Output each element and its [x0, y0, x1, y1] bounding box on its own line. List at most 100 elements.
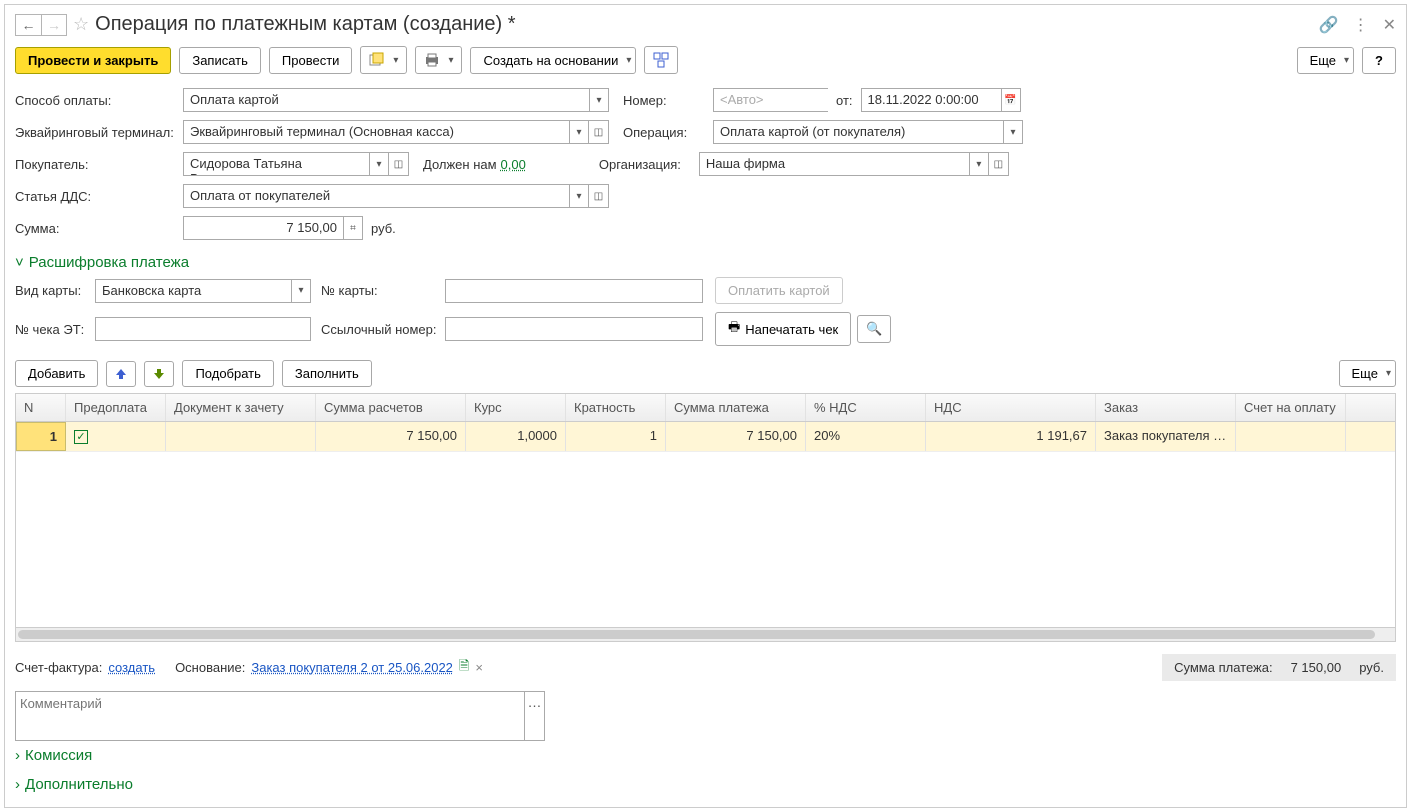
debt-value-link[interactable]: 0,00	[501, 157, 526, 172]
print-button[interactable]: ▾	[415, 46, 462, 74]
cell-invoice	[1236, 422, 1346, 451]
th-order[interactable]: Заказ	[1096, 394, 1236, 421]
check-number-input[interactable]	[95, 317, 311, 341]
chevron-down-icon: ˅	[15, 254, 24, 271]
open-icon[interactable]: ◫	[589, 120, 609, 144]
operation-label: Операция:	[623, 125, 713, 140]
basis-doc-icon[interactable]: 🗎	[459, 657, 469, 679]
basis-clear-icon[interactable]: ×	[475, 660, 483, 675]
buyer-input[interactable]: Сидорова Татьяна Викторовн	[183, 152, 369, 176]
cell-mult: 1	[566, 422, 666, 451]
card-type-input[interactable]: Банковска карта	[95, 279, 291, 303]
payment-method-input[interactable]: Оплата картой	[183, 88, 589, 112]
nav-back-button[interactable]: ←	[15, 14, 41, 36]
th-sumcalc[interactable]: Сумма расчетов	[316, 394, 466, 421]
th-vat[interactable]: НДС	[926, 394, 1096, 421]
total-value: 7 150,00	[1291, 660, 1342, 675]
table-more-label: Еще	[1352, 366, 1378, 381]
check-number-label: № чека ЭТ:	[15, 322, 95, 337]
th-doc[interactable]: Документ к зачету	[166, 394, 316, 421]
open-icon[interactable]: ◫	[389, 152, 409, 176]
move-down-button[interactable]	[144, 361, 174, 387]
close-icon[interactable]: ✕	[1383, 15, 1396, 35]
ref-number-input[interactable]	[445, 317, 703, 341]
section-decrypt-toggle[interactable]: ˅ Расшифровка платежа	[15, 248, 1396, 277]
move-up-button[interactable]	[106, 361, 136, 387]
dropdown-icon[interactable]: ▾	[569, 184, 589, 208]
number-label: Номер:	[623, 93, 713, 108]
th-prepay[interactable]: Предоплата	[66, 394, 166, 421]
sf-create-link[interactable]: создать	[108, 660, 155, 675]
horizontal-scrollbar[interactable]	[16, 627, 1395, 641]
dropdown-icon[interactable]: ▾	[589, 88, 609, 112]
operation-input[interactable]: Оплата картой (от покупателя)	[713, 120, 1003, 144]
nav-forward-button[interactable]: →	[41, 14, 67, 36]
total-label: Сумма платежа:	[1174, 660, 1272, 675]
date-input[interactable]: 18.11.2022 0:00:00	[861, 88, 1001, 112]
link-icon[interactable]: 🔗	[1319, 15, 1339, 35]
card-number-input[interactable]	[445, 279, 703, 303]
th-vatpct[interactable]: % НДС	[806, 394, 926, 421]
sum-input[interactable]: 7 150,00	[183, 216, 343, 240]
create-based-button[interactable]: Создать на основании▾	[470, 47, 636, 74]
chevron-right-icon: ›	[15, 747, 20, 764]
dds-input[interactable]: Оплата от покупателей	[183, 184, 569, 208]
table-more-button[interactable]: Еще▾	[1339, 360, 1396, 387]
checkbox-checked-icon[interactable]: ✓	[74, 430, 88, 444]
comment-textarea[interactable]	[16, 692, 524, 740]
basis-link[interactable]: Заказ покупателя 2 от 25.06.2022	[251, 660, 453, 675]
th-sumpay[interactable]: Сумма платежа	[666, 394, 806, 421]
table-row[interactable]: 1 ✓ 7 150,00 1,0000 1 7 150,00 20% 1 191…	[16, 422, 1395, 452]
payments-table: N Предоплата Документ к зачету Сумма рас…	[15, 393, 1396, 642]
th-invoice[interactable]: Счет на оплату	[1236, 394, 1346, 421]
buyer-label: Покупатель:	[15, 157, 183, 172]
more-menu-icon[interactable]: ⋮	[1353, 15, 1369, 35]
print-check-button[interactable]: 🖶 Напечатать чек	[715, 312, 851, 346]
write-button[interactable]: Записать	[179, 47, 261, 74]
help-button[interactable]: ?	[1362, 47, 1396, 74]
dropdown-icon[interactable]: ▾	[291, 279, 311, 303]
post-and-close-button[interactable]: Провести и закрыть	[15, 47, 171, 74]
total-currency: руб.	[1359, 660, 1384, 675]
pick-button[interactable]: Подобрать	[182, 360, 273, 387]
favorite-star-icon[interactable]: ☆	[73, 14, 89, 35]
cell-vat: 1 191,67	[926, 422, 1096, 451]
open-icon[interactable]: ◫	[989, 152, 1009, 176]
section-decrypt-label: Расшифровка платежа	[29, 254, 189, 271]
dropdown-icon[interactable]: ▾	[969, 152, 989, 176]
structure-button[interactable]	[644, 46, 678, 74]
th-rate[interactable]: Курс	[466, 394, 566, 421]
org-label: Организация:	[599, 157, 699, 172]
section-additional-toggle[interactable]: › Дополнительно	[15, 770, 1396, 799]
ref-number-label: Ссылочный номер:	[321, 322, 445, 337]
terminal-input[interactable]: Эквайринговый терминал (Основная касса)	[183, 120, 569, 144]
add-row-button[interactable]: Добавить	[15, 360, 98, 387]
create-based-label: Создать на основании	[483, 53, 618, 68]
dropdown-icon[interactable]: ▾	[1003, 120, 1023, 144]
cell-rate: 1,0000	[466, 422, 566, 451]
fill-button[interactable]: Заполнить	[282, 360, 372, 387]
cell-sumpay: 7 150,00	[666, 422, 806, 451]
cell-prepay[interactable]: ✓	[66, 422, 166, 451]
attach-button[interactable]: ▾	[360, 46, 407, 74]
card-type-label: Вид карты:	[15, 283, 95, 298]
preview-check-button[interactable]: 🔍	[857, 315, 891, 343]
section-commission-label: Комиссия	[25, 747, 92, 764]
open-icon[interactable]: ◫	[589, 184, 609, 208]
th-n[interactable]: N	[16, 394, 66, 421]
calculator-icon[interactable]: ⌗	[343, 216, 363, 240]
dropdown-icon[interactable]: ▾	[569, 120, 589, 144]
calendar-icon[interactable]: 📅	[1001, 88, 1021, 112]
toolbar-more-button[interactable]: Еще▾	[1297, 47, 1354, 74]
section-commission-toggle[interactable]: › Комиссия	[15, 741, 1396, 770]
terminal-label: Эквайринговый терминал:	[15, 125, 183, 140]
currency-label: руб.	[371, 221, 396, 236]
cell-vatpct: 20%	[806, 422, 926, 451]
date-prefix-label: от:	[836, 93, 853, 108]
dropdown-icon[interactable]: ▾	[369, 152, 389, 176]
th-mult[interactable]: Кратность	[566, 394, 666, 421]
org-input[interactable]: Наша фирма	[699, 152, 969, 176]
post-button[interactable]: Провести	[269, 47, 353, 74]
number-input[interactable]: <Авто>	[713, 88, 828, 112]
comment-expand-button[interactable]: …	[524, 692, 544, 740]
